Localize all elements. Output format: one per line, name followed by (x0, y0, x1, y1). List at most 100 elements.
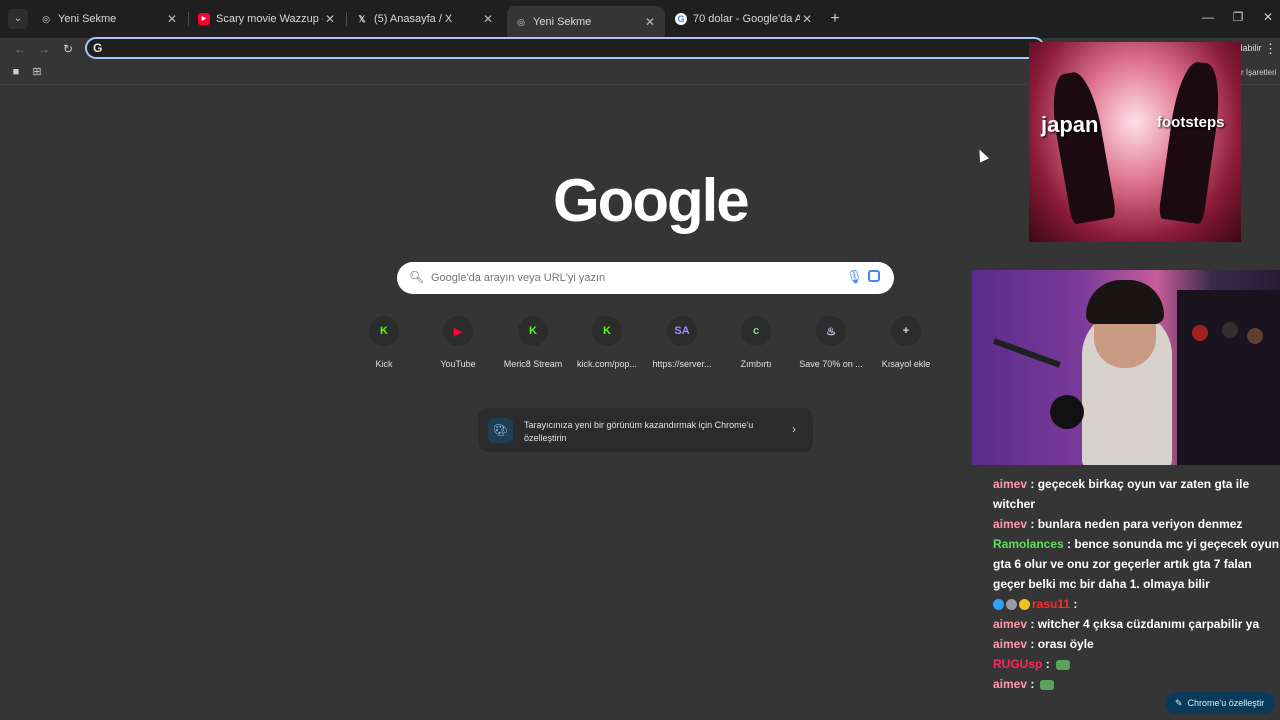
shortcut-icon: ▶ (453, 325, 463, 338)
shortcut-tile[interactable]: K Meric8 Stream (496, 316, 570, 374)
tab-2[interactable]: ▶ Scary movie Wazzup - YouTube ✕ (190, 6, 345, 32)
microphone-icon[interactable]: 🎙︎ (846, 269, 863, 285)
chat-message: aimev : bunlara neden para veriyon denme… (990, 514, 1280, 534)
reload-icon[interactable]: ↻ (60, 41, 76, 57)
chat-message: RUGUsp : (990, 654, 1280, 674)
close-icon[interactable]: ✕ (643, 15, 657, 29)
tab-3[interactable]: 𝕏 (5) Anasayfa / X ✕ (348, 6, 503, 32)
chat-username[interactable]: aimev (993, 637, 1027, 651)
chat-username[interactable]: rasu11 (1032, 597, 1070, 611)
shortcut-icon: ♨ (826, 325, 836, 338)
shortcut-label: Kısayol ekle (881, 359, 931, 369)
chat-text: : witcher 4 çıksa cüzdanımı çarpabilir y… (1030, 617, 1260, 631)
shortcut-tile[interactable]: c Zımbırtı (719, 316, 793, 374)
meme-figure-left (1046, 69, 1117, 225)
close-icon[interactable]: ✕ (323, 12, 337, 26)
chat-text: : bunlara neden para veriyon denmez (1030, 517, 1243, 531)
google-logo: Google (553, 167, 750, 234)
chrome-icon: ◎ (42, 14, 50, 24)
address-bar[interactable]: G (85, 37, 1045, 59)
tab-title: (5) Anasayfa / X (374, 13, 453, 25)
shortcut-label: https://server... (652, 359, 712, 369)
chat-message: Ramolances : bence sonunda mc yi geçecek… (990, 534, 1280, 594)
chat-username[interactable]: aimev (993, 617, 1027, 631)
customize-chrome-button[interactable]: ✎ Chrome'u özelleştir (1165, 692, 1275, 714)
meme-figure-right (1158, 59, 1225, 225)
chat-message: aimev : (990, 674, 1280, 694)
shortcut-tile[interactable]: ♨ Save 70% on ... (794, 316, 868, 374)
close-icon[interactable]: ✕ (481, 12, 495, 26)
restore-icon[interactable]: ❐ (1228, 10, 1248, 24)
back-icon[interactable]: ← (12, 41, 28, 57)
close-window-icon[interactable]: ✕ (1258, 10, 1278, 24)
close-icon[interactable]: ✕ (165, 12, 179, 26)
shortcut-favicon: ▶ (443, 316, 473, 346)
tab-separator (188, 12, 189, 26)
shortcut-favicon: K (518, 316, 548, 346)
close-icon[interactable]: ✕ (800, 12, 814, 26)
shortcut-favicon: + (891, 316, 921, 346)
shortcut-label: Meric8 Stream (503, 359, 563, 369)
palette-icon: 🎨︎ (488, 418, 513, 443)
figure-shelf (1177, 290, 1280, 465)
chat-text: : geçecek birkaç oyun var zaten gta ile … (993, 477, 1250, 511)
tab-separator (346, 12, 347, 26)
ntp-search-input[interactable] (431, 270, 831, 286)
tab-1[interactable]: ◎ Yeni Sekme ✕ (32, 6, 187, 32)
tab-4-active[interactable]: ◎ Yeni Sekme ✕ (507, 6, 665, 38)
chevron-right-icon: › (792, 422, 796, 436)
stream-chat: aimev : geçecek birkaç oyun var zaten gt… (990, 474, 1280, 720)
new-tab-button[interactable]: + (827, 11, 843, 27)
apps-grid-icon[interactable]: ⊞ (31, 66, 43, 78)
customize-chrome-label: Chrome'u özelleştir (1187, 698, 1265, 708)
google-lens-icon[interactable] (868, 270, 880, 282)
minimize-icon[interactable]: — (1198, 10, 1218, 24)
shortcut-favicon: K (592, 316, 622, 346)
chat-text: : (1030, 677, 1035, 691)
tab-title: 70 dolar - Google'da Ara (693, 13, 800, 25)
forward-icon[interactable]: → (36, 41, 52, 57)
shortcut-icon: SA (674, 325, 690, 337)
meme-caption-left: japan (1041, 112, 1099, 137)
shortcut-tile[interactable]: ▶ YouTube (421, 316, 495, 374)
shortcut-label: Kick (375, 359, 393, 369)
address-input[interactable] (109, 40, 1009, 56)
tab-5[interactable]: G 70 dolar - Google'da Ara ✕ (667, 6, 822, 32)
shortcut-label: kick.com/pop... (576, 359, 638, 369)
chrome-icon: ◎ (517, 17, 525, 27)
x-icon: 𝕏 (358, 14, 366, 24)
google-icon: G (675, 13, 687, 25)
shortcut-tile[interactable]: + Kısayol ekle (869, 316, 943, 374)
customize-chrome-card[interactable]: 🎨︎ Tarayıcınıza yeni bir görünüm kazandı… (478, 408, 813, 452)
streamer-hair (1086, 280, 1164, 324)
shortcut-label: YouTube (440, 359, 476, 369)
customize-card-text: Tarayıcınıza yeni bir görünüm kazandırma… (524, 420, 754, 443)
chat-username[interactable]: Ramolances (993, 537, 1064, 551)
ntp-search-box[interactable]: 🔍︎ 🎙︎ (397, 262, 894, 294)
chat-username[interactable]: RUGUsp (993, 657, 1042, 671)
all-bookmarks-label[interactable]: r İşaretleri (1241, 68, 1277, 77)
shortcut-tile[interactable]: SA https://server... (645, 316, 719, 374)
chat-badge-icon (1006, 599, 1017, 611)
tab-title: Scary movie Wazzup - YouTube (216, 13, 323, 25)
shortcut-favicon: SA (667, 316, 697, 346)
chat-username[interactable]: aimev (993, 677, 1027, 691)
microphone (1050, 395, 1084, 429)
shortcut-label: Zımbırtı (740, 359, 772, 369)
shortcut-icon: K (380, 325, 388, 337)
chat-username[interactable]: aimev (993, 477, 1027, 491)
bookmark-square-icon[interactable]: ■ (10, 66, 22, 78)
search-icon: 🔍︎ (409, 270, 425, 284)
pencil-icon: ✎ (1175, 698, 1183, 708)
pepe-emote-icon (1040, 679, 1055, 690)
google-g-icon: G (93, 41, 103, 55)
mic-arm (993, 338, 1061, 368)
shortcut-tile[interactable]: K Kick (347, 316, 421, 374)
webcam-overlay (972, 270, 1280, 465)
shortcut-icon: K (529, 325, 537, 337)
shortcut-tile[interactable]: Kkick.com/pop... (570, 316, 644, 374)
chat-username[interactable]: aimev (993, 517, 1027, 531)
tab-search-button[interactable]: ⌄ (8, 9, 28, 29)
chat-message: aimev : orası öyle (990, 634, 1280, 654)
menu-icon[interactable]: ⋮ (1264, 41, 1277, 57)
